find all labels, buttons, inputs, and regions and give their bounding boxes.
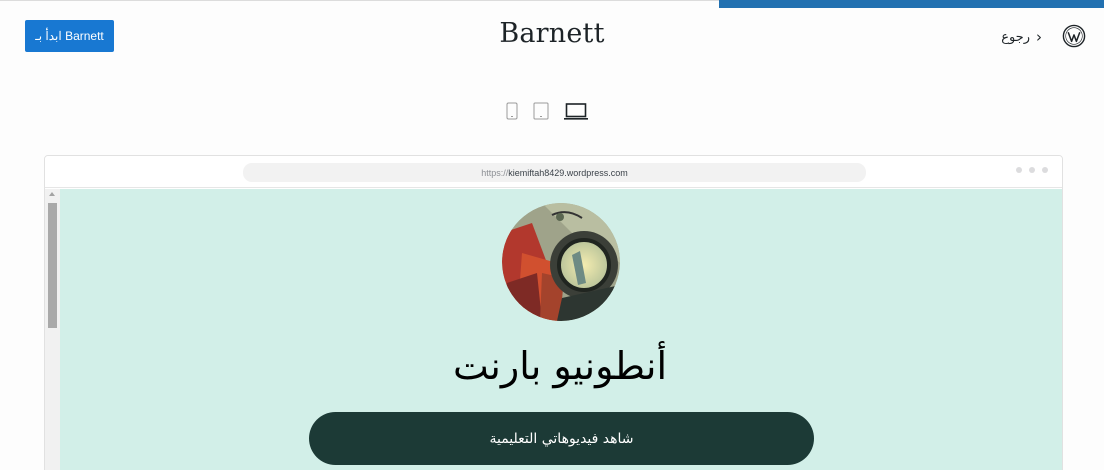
scrollbar[interactable] xyxy=(45,189,60,470)
start-with-theme-button[interactable]: ابدأ بـ Barnett xyxy=(25,20,114,52)
phone-icon[interactable] xyxy=(506,102,518,120)
device-switcher xyxy=(506,98,588,120)
theme-preview-page: ابدأ بـ Barnett Barnett رجوع › https://k… xyxy=(0,0,1104,470)
wordpress-logo-icon[interactable] xyxy=(1062,24,1086,48)
site-avatar-image xyxy=(502,203,620,321)
browser-frame: https://kiemiftah8429.wordpress.com أنطو… xyxy=(44,155,1063,470)
scrollbar-thumb[interactable] xyxy=(48,203,57,328)
url-protocol: https:// xyxy=(481,167,509,178)
theme-title: Barnett xyxy=(499,18,605,49)
browser-toolbar: https://kiemiftah8429.wordpress.com xyxy=(45,156,1062,188)
chevron-right-icon: › xyxy=(1036,27,1042,46)
dot xyxy=(1042,167,1048,173)
watch-videos-button[interactable]: شاهد فيديوهاتي التعليمية xyxy=(309,412,814,465)
dot xyxy=(1029,167,1035,173)
laptop-icon[interactable] xyxy=(564,102,588,120)
back-link[interactable]: رجوع › xyxy=(1001,27,1042,47)
url-field: https://kiemiftah8429.wordpress.com xyxy=(243,163,866,182)
browser-menu-dots-icon xyxy=(1016,167,1048,173)
back-label: رجوع xyxy=(1001,29,1030,45)
dot xyxy=(1016,167,1022,173)
site-name-heading: أنطونيو بارنت xyxy=(452,344,668,388)
scroll-up-arrow-icon[interactable] xyxy=(49,192,55,196)
tablet-icon[interactable] xyxy=(533,102,549,120)
site-preview: أنطونيو بارنت شاهد فيديوهاتي التعليمية xyxy=(45,189,1062,470)
url-host: kiemiftah8429.wordpress.com xyxy=(508,167,628,178)
loading-progress-bar xyxy=(719,0,1104,8)
